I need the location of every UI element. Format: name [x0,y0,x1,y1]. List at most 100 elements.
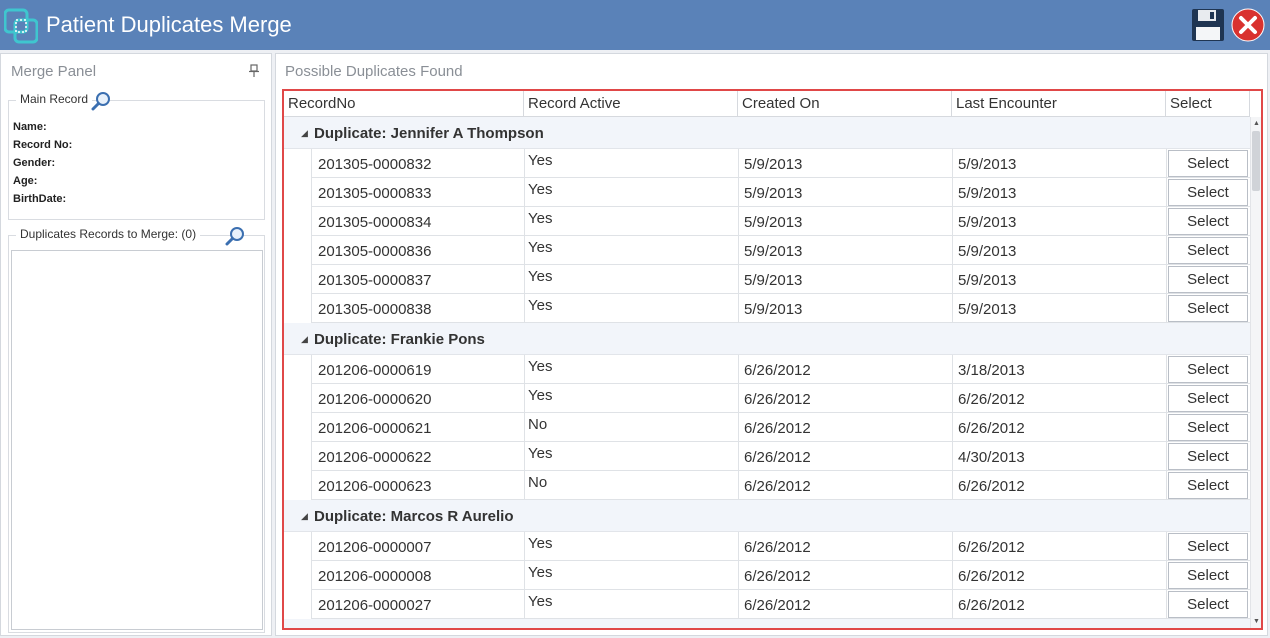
table-row[interactable]: 201206-0000619 Yes 6/26/2012 3/18/2013 Selec… [284,355,1250,384]
patient-merge-logo-icon [4,8,38,44]
last-encounter-cell: 5/9/2013 [952,294,1166,323]
table-row[interactable]: 201305-0000838 Yes 5/9/2013 5/9/2013 Select [284,294,1250,323]
select-button[interactable]: Select [1168,443,1248,470]
select-button[interactable]: Select [1168,179,1248,206]
group-row[interactable]: ◢ Duplicate: Marcos R Aurelio [284,500,1250,532]
select-cell: Select [1166,265,1250,294]
column-header-last-encounter[interactable]: Last Encounter [952,91,1166,117]
last-encounter-cell: 5/9/2013 [952,149,1166,178]
main-record-gender-label: Gender: [13,157,56,169]
select-button[interactable]: Select [1168,150,1248,177]
table-row[interactable]: 201305-0000836 Yes 5/9/2013 5/9/2013 Select [284,236,1250,265]
select-button[interactable]: Select [1168,356,1248,383]
record-active-cell: Yes [524,236,738,265]
select-cell: Select [1166,207,1250,236]
column-header-recordno[interactable]: RecordNo [284,91,524,117]
last-encounter-cell: 3/18/2013 [952,355,1166,384]
vertical-scrollbar[interactable]: ▲ ▼ [1250,117,1261,628]
select-button[interactable]: Select [1168,472,1248,499]
scroll-up-arrow-icon[interactable]: ▲ [1253,120,1260,127]
table-row[interactable]: 201206-0000620 Yes 6/26/2012 6/26/2012 Selec… [284,384,1250,413]
table-row[interactable]: 201305-0000833 Yes 5/9/2013 5/9/2013 Select [284,178,1250,207]
floppy-disk-icon[interactable] [1190,7,1226,43]
table-row[interactable]: 201206-0000623 No 6/26/2012 6/26/2012 Select [284,471,1250,500]
record-no-cell: 201206-0000623 [311,471,524,500]
created-on-cell: 6/26/2012 [738,532,952,561]
select-button[interactable]: Select [1168,208,1248,235]
record-no-cell: 201206-0000008 [311,561,524,590]
collapse-triangle-icon[interactable]: ◢ [301,511,308,522]
group-label: Duplicate: Jennifer A Thompson [314,125,544,142]
duplicates-search-icon[interactable] [225,226,245,246]
select-cell: Select [1166,532,1250,561]
created-on-cell: 5/9/2013 [738,265,952,294]
last-encounter-cell: 6/26/2012 [952,413,1166,442]
duplicates-grid: RecordNo Record Active Created On Last E… [282,89,1263,630]
created-on-cell: 6/26/2012 [738,442,952,471]
pin-icon[interactable] [249,64,259,78]
select-button[interactable]: Select [1168,295,1248,322]
select-button[interactable]: Select [1168,385,1248,412]
table-row[interactable]: 201206-0000621 No 6/26/2012 6/26/2012 Select [284,413,1250,442]
record-active-cell: Yes [524,178,738,207]
table-row[interactable]: 201305-0000832 Yes 5/9/2013 5/9/2013 Select [284,149,1250,178]
record-active-cell: No [524,413,738,442]
collapse-triangle-icon[interactable]: ◢ [301,334,308,345]
column-header-select[interactable]: Select [1166,91,1250,117]
created-on-cell: 5/9/2013 [738,178,952,207]
collapse-triangle-icon[interactable]: ◢ [301,128,308,139]
select-button[interactable]: Select [1168,266,1248,293]
record-no-cell: 201305-0000837 [311,265,524,294]
table-row[interactable]: 201305-0000837 Yes 5/9/2013 5/9/2013 Select [284,265,1250,294]
select-cell: Select [1166,442,1250,471]
select-cell: Select [1166,178,1250,207]
grid-body: ◢ Duplicate: Jennifer A Thompson 201305-00… [284,117,1250,628]
record-no-cell: 201206-0000622 [311,442,524,471]
record-active-cell: Yes [524,207,738,236]
record-no-cell: 201305-0000832 [311,149,524,178]
group-row[interactable]: ◢ Duplicate: Jennifer A Thompson [284,117,1250,149]
select-button[interactable]: Select [1168,591,1248,618]
table-row[interactable]: 201206-0000027 Yes 6/26/2012 6/26/2012 Selec… [284,590,1250,619]
close-icon[interactable] [1231,8,1265,42]
created-on-cell: 5/9/2013 [738,294,952,323]
table-row[interactable]: 201206-0000622 Yes 6/26/2012 4/30/2013 Selec… [284,442,1250,471]
select-cell: Select [1166,413,1250,442]
select-cell: Select [1166,149,1250,178]
duplicates-to-merge-legend: Duplicates Records to Merge: (0) [16,227,201,241]
last-encounter-cell: 5/9/2013 [952,265,1166,294]
record-active-cell: Yes [524,384,738,413]
group-row-partial[interactable]: ◢ [284,619,1250,628]
select-button[interactable]: Select [1168,533,1248,560]
column-header-record-active[interactable]: Record Active [524,91,738,117]
scroll-down-arrow-icon[interactable]: ▼ [1253,618,1260,625]
created-on-cell: 6/26/2012 [738,384,952,413]
created-on-cell: 6/26/2012 [738,590,952,619]
table-row[interactable]: 201206-0000007 Yes 6/26/2012 6/26/2012 Selec… [284,532,1250,561]
select-cell: Select [1166,471,1250,500]
created-on-cell: 6/26/2012 [738,413,952,442]
select-button[interactable]: Select [1168,237,1248,264]
last-encounter-cell: 6/26/2012 [952,532,1166,561]
record-no-cell: 201305-0000833 [311,178,524,207]
table-row[interactable]: 201305-0000834 Yes 5/9/2013 5/9/2013 Select [284,207,1250,236]
main-record-search-icon[interactable] [91,91,111,111]
select-button[interactable]: Select [1168,562,1248,589]
group-row[interactable]: ◢ Duplicate: Frankie Pons [284,323,1250,355]
record-no-cell: 201305-0000838 [311,294,524,323]
duplicates-merge-list[interactable] [11,250,263,630]
select-button[interactable]: Select [1168,414,1248,441]
created-on-cell: 5/9/2013 [738,207,952,236]
record-active-cell: Yes [524,532,738,561]
last-encounter-cell: 6/26/2012 [952,590,1166,619]
select-cell: Select [1166,384,1250,413]
last-encounter-cell: 6/26/2012 [952,384,1166,413]
scroll-thumb[interactable] [1252,131,1260,191]
main-record-name-label: Name: [13,121,47,133]
grid-header: RecordNo Record Active Created On Last E… [284,91,1250,117]
select-cell: Select [1166,294,1250,323]
record-no-cell: 201206-0000620 [311,384,524,413]
column-header-created-on[interactable]: Created On [738,91,952,117]
record-active-cell: Yes [524,265,738,294]
table-row[interactable]: 201206-0000008 Yes 6/26/2012 6/26/2012 Selec… [284,561,1250,590]
